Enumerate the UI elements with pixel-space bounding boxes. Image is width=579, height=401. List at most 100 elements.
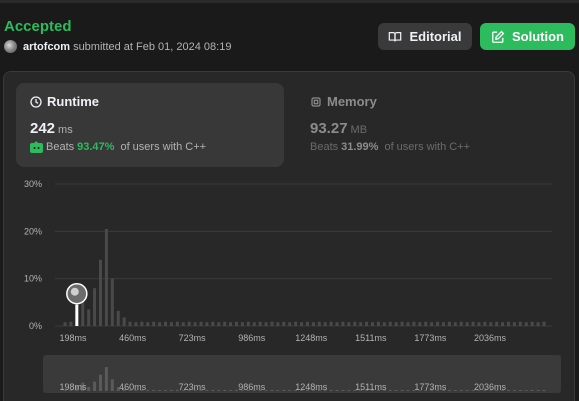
x-tick-label: 986ms — [238, 333, 266, 343]
mini-bar — [87, 386, 91, 391]
bar — [365, 321, 369, 326]
bar — [465, 322, 469, 326]
mini-bar — [110, 379, 114, 391]
bar — [518, 321, 522, 326]
x-tick-label: 460ms — [119, 333, 147, 343]
bar — [430, 322, 434, 326]
bar — [252, 322, 256, 326]
bar — [164, 321, 168, 326]
bar — [418, 322, 422, 326]
mini-bar — [512, 390, 516, 391]
mini-bar — [93, 381, 97, 391]
bar — [294, 321, 298, 326]
bar — [305, 321, 309, 326]
bar — [353, 321, 357, 326]
bar — [323, 322, 327, 326]
bar — [347, 322, 351, 326]
bar — [128, 321, 132, 326]
bar — [341, 321, 345, 326]
bar — [134, 322, 138, 326]
bar — [406, 322, 410, 326]
bar — [501, 322, 505, 326]
bar — [193, 322, 197, 326]
navigator-tick-label: 986ms — [238, 382, 266, 392]
mini-bar — [536, 390, 540, 391]
bar — [217, 322, 221, 326]
bar — [63, 322, 67, 326]
bar — [394, 322, 398, 326]
bar — [152, 321, 156, 326]
mini-bar — [453, 390, 457, 391]
mini-bar — [388, 389, 392, 391]
bar — [441, 322, 445, 326]
mini-bar — [158, 390, 162, 391]
mini-bar — [335, 390, 339, 391]
mini-bar — [400, 389, 404, 391]
mini-bar — [518, 389, 522, 391]
navigator-tick-label: 198ms — [59, 382, 87, 392]
bar — [311, 322, 315, 326]
mini-bar — [217, 390, 221, 391]
navigator-tick-label: 723ms — [179, 382, 207, 392]
bar — [300, 322, 304, 326]
bar — [205, 322, 209, 326]
navigator-tick-label: 1511ms — [355, 382, 387, 392]
bar — [223, 321, 227, 326]
bar — [371, 322, 375, 326]
mini-bar — [229, 390, 233, 391]
bar — [512, 322, 516, 326]
bar — [229, 322, 233, 326]
mini-bar — [270, 389, 274, 391]
navigator-tick-label: 1773ms — [414, 382, 447, 392]
x-tick-label: 723ms — [179, 333, 207, 343]
bar — [288, 322, 292, 326]
bar — [335, 322, 339, 326]
bar — [329, 321, 333, 326]
bar — [169, 322, 173, 326]
bar — [536, 322, 540, 326]
bar — [246, 321, 250, 326]
x-tick-label: 1248ms — [295, 333, 328, 343]
bar — [459, 321, 463, 326]
highlight-bar — [75, 304, 79, 326]
bar — [146, 322, 150, 326]
bar — [507, 321, 511, 326]
mini-bar — [394, 390, 398, 391]
bar — [240, 322, 244, 326]
user-marker-avatar-detail — [70, 287, 79, 296]
mini-bar — [276, 390, 280, 391]
bar — [110, 278, 114, 326]
mini-bar — [211, 389, 215, 391]
y-tick-label: 0% — [29, 321, 42, 331]
bar — [412, 321, 416, 326]
mini-bar — [169, 390, 173, 391]
mini-bar — [205, 390, 209, 391]
mini-bar — [164, 389, 168, 391]
bar — [436, 321, 440, 326]
bar — [93, 288, 97, 326]
bar — [116, 310, 120, 326]
bar — [187, 321, 191, 326]
mini-bar — [459, 389, 463, 391]
bar — [376, 321, 380, 326]
x-tick-label: 1773ms — [414, 333, 447, 343]
x-tick-label: 198ms — [59, 333, 87, 343]
bar — [276, 322, 280, 326]
bar — [270, 321, 274, 326]
mini-bar — [146, 390, 150, 391]
bar — [264, 322, 268, 326]
navigator-tick-label: 460ms — [119, 382, 147, 392]
mini-bar — [152, 389, 156, 391]
bar — [282, 321, 286, 326]
bar — [104, 228, 108, 326]
bar — [140, 321, 144, 326]
bar — [317, 321, 321, 326]
mini-bar — [542, 389, 546, 391]
bar — [87, 309, 91, 326]
x-tick-label: 1511ms — [355, 333, 387, 343]
bar — [542, 321, 546, 326]
y-tick-label: 30% — [24, 179, 42, 189]
bar — [477, 322, 481, 326]
bar — [447, 321, 451, 326]
bar — [495, 321, 499, 326]
